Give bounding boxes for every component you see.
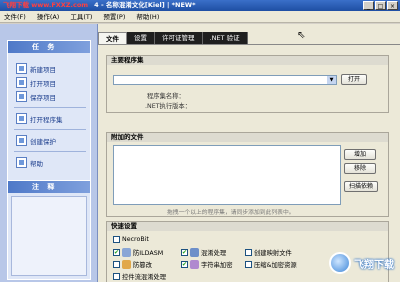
checkbox-label: 创建映射文件 — [254, 250, 292, 257]
obfuscation-icon — [190, 248, 199, 257]
checkbox-label: 防篡改 — [133, 262, 152, 269]
checkbox-label: 混淆处理 — [201, 250, 227, 257]
task-open-project[interactable]: 打开项目 — [16, 77, 56, 88]
task-label: 新建项目 — [30, 65, 56, 74]
task-save-project[interactable]: 保存项目 — [16, 91, 56, 102]
attached-files-group: 附加的文件 增加 移除 扫描依赖 拖拽一个以上的程序集，请同步添加到此列表中。 — [106, 132, 389, 217]
checkbox-label: 字符串加密 — [201, 262, 233, 269]
menu-bar: 文件(F) 操作(A) 工具(T) 预置(P) 帮助(H) — [0, 11, 400, 23]
group-title: 快速设置 — [107, 222, 388, 231]
tasks-panel-title: 任 务 — [8, 41, 90, 53]
net-version-label: .NET执行版本： — [145, 103, 192, 110]
checkbox-box[interactable] — [113, 261, 120, 268]
title-bar: 飞翔下载 www.FXXZ.com 4 - 名称混淆文化[Kiel] | *NE… — [0, 0, 400, 11]
task-new-project[interactable]: 新建项目 — [16, 63, 56, 74]
tab-net-verify[interactable]: .NET 验证 — [202, 32, 248, 44]
checkbox-box[interactable]: ✔ — [181, 261, 188, 268]
main-assembly-group: 主要程序集 ▼ 打开 程序集名称： .NET执行版本： — [106, 55, 389, 113]
maximize-button[interactable]: □ — [375, 1, 386, 10]
scan-dependencies-button[interactable]: 扫描依赖 — [344, 181, 378, 192]
assembly-icon — [16, 113, 27, 124]
watermark-logo-icon — [329, 252, 351, 274]
ildasm-icon — [122, 248, 131, 257]
checkbox-obfuscation[interactable]: ✔ 混淆处理 — [181, 248, 226, 257]
open-folder-icon — [16, 77, 27, 88]
watermark-text: 飞翔下载 — [354, 259, 394, 271]
menu-tools[interactable]: 工具(T) — [70, 11, 92, 22]
checkbox-control-flow-obfuscation[interactable]: 控件流混淆处理 — [113, 272, 166, 281]
task-help[interactable]: 帮助 — [16, 157, 43, 168]
add-file-button[interactable]: 增加 — [344, 149, 376, 160]
save-disk-icon — [16, 91, 27, 102]
menu-action[interactable]: 操作(A) — [37, 11, 60, 22]
checkbox-box[interactable] — [113, 273, 120, 280]
checkbox-string-encryption[interactable]: ✔ 字符串加密 — [181, 260, 232, 269]
notes-panel-title: 注 释 — [8, 181, 90, 193]
anti-tamper-icon — [122, 260, 131, 269]
menu-help[interactable]: 帮助(H) — [136, 11, 159, 22]
checkbox-compress-encrypt-resources[interactable]: 压缩&加密资源 — [245, 260, 297, 269]
checkbox-label: 压缩&加密资源 — [254, 262, 297, 269]
tab-settings[interactable]: 设置 — [127, 32, 155, 44]
tasks-panel: 任 务 新建项目 打开项目 保存项目 打开程序集 创建保护 帮助 — [7, 40, 91, 196]
mouse-cursor-icon: ⇖ — [297, 30, 306, 41]
checkbox-box[interactable] — [245, 261, 252, 268]
checkbox-necrobit[interactable]: NecroBit — [113, 236, 149, 243]
menu-file[interactable]: 文件(F) — [4, 11, 26, 22]
tab-files[interactable]: 文件 — [98, 32, 127, 44]
group-title: 附加的文件 — [107, 133, 388, 142]
task-label: 创建保护 — [30, 137, 56, 146]
remove-file-button[interactable]: 移除 — [344, 163, 376, 174]
watermark: 飞翔下载 — [329, 252, 394, 274]
assembly-combobox[interactable]: ▼ — [113, 75, 337, 85]
tab-content: 主要程序集 ▼ 打开 程序集名称： .NET执行版本： 附加的文件 增加 移除 … — [98, 44, 400, 282]
checkbox-create-mapping-file[interactable]: 创建映射文件 — [245, 248, 292, 257]
shield-icon — [16, 135, 27, 146]
task-label: 帮助 — [30, 159, 43, 168]
string-encryption-icon — [190, 260, 199, 269]
chevron-down-icon[interactable]: ▼ — [327, 76, 336, 84]
help-icon — [16, 157, 27, 168]
checkbox-label: NecroBit — [122, 236, 149, 243]
close-button[interactable]: × — [387, 1, 398, 10]
task-label: 打开项目 — [30, 79, 56, 88]
notes-panel: 注 释 — [7, 180, 91, 280]
new-project-icon — [16, 63, 27, 74]
group-title: 主要程序集 — [107, 56, 388, 65]
open-assembly-button[interactable]: 打开 — [341, 74, 367, 85]
divider — [14, 151, 86, 152]
drag-hint: 拖拽一个以上的程序集，请同步添加到此列表中。 — [167, 210, 295, 216]
tab-license-manager[interactable]: 许可证管理 — [155, 32, 203, 44]
task-label: 打开程序集 — [30, 115, 63, 124]
notes-area[interactable] — [11, 196, 87, 276]
checkbox-anti-tamper[interactable]: 防篡改 — [113, 260, 152, 269]
checkbox-box[interactable]: ✔ — [113, 249, 120, 256]
task-create-protection[interactable]: 创建保护 — [16, 135, 56, 146]
minimize-button[interactable]: _ — [363, 1, 374, 10]
tab-bar: 文件 设置 许可证管理 .NET 验证 — [98, 32, 248, 44]
assembly-name-label: 程序集名称： — [147, 93, 185, 100]
attached-files-list[interactable] — [113, 145, 341, 205]
task-label: 保存项目 — [30, 93, 56, 102]
menu-presets[interactable]: 预置(P) — [103, 11, 125, 22]
task-open-assembly[interactable]: 打开程序集 — [16, 113, 63, 124]
window-title: 4 - 名称混淆文化[Kiel] | *NEW* — [94, 1, 196, 9]
checkbox-label: 防ILDASM — [133, 250, 164, 257]
sidebar: 任 务 新建项目 打开项目 保存项目 打开程序集 创建保护 帮助 注 释 — [0, 24, 98, 282]
divider — [14, 107, 86, 108]
checkbox-box[interactable] — [245, 249, 252, 256]
divider — [14, 129, 86, 130]
checkbox-anti-ildasm[interactable]: ✔ 防ILDASM — [113, 248, 163, 257]
window-controls: _ □ × — [363, 1, 398, 10]
main-area: 文件 设置 许可证管理 .NET 验证 ⇖ 主要程序集 ▼ 打开 程序集名称： … — [98, 24, 400, 282]
checkbox-label: 控件流混淆处理 — [122, 274, 167, 281]
site-tag: 飞翔下载 www.FXXZ.com — [3, 1, 89, 9]
checkbox-box[interactable]: ✔ — [181, 249, 188, 256]
checkbox-box[interactable] — [113, 236, 120, 243]
